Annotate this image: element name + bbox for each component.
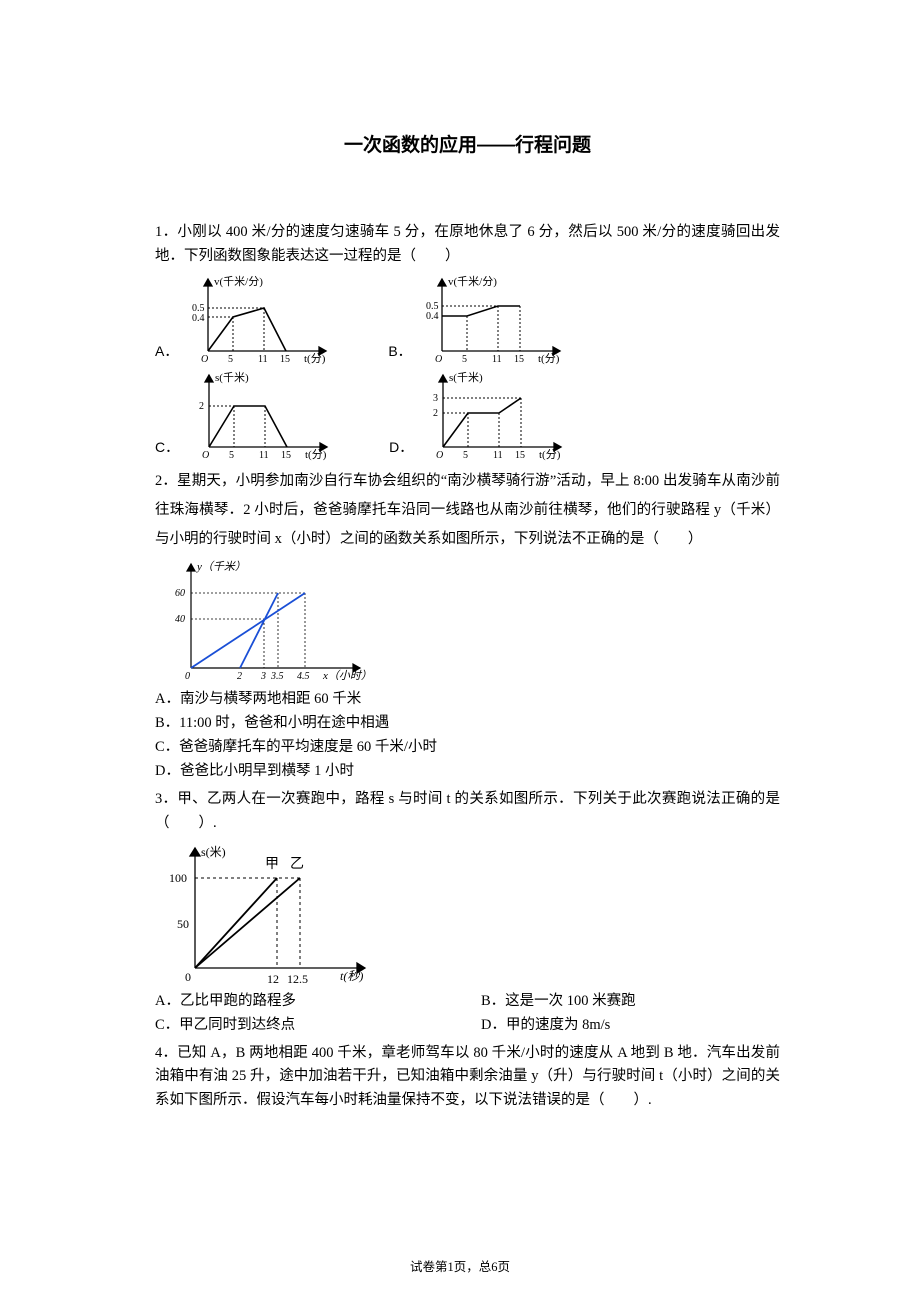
origin: O <box>202 450 209 461</box>
xtick: 4.5 <box>297 671 310 682</box>
q2-option-b: B．11:00 时，爸爸和小明在途中相遇 <box>155 712 780 736</box>
q1-chart-c: s(千米) 2 O 5 11 15 t(分) <box>187 369 337 461</box>
ytick: 3 <box>433 393 438 404</box>
xtick: 15 <box>280 354 290 365</box>
ylabel: s(米) <box>201 845 226 859</box>
q3-text: 3．甲、乙两人在一次赛跑中，路程 s 与时间 t 的关系如图所示．下列关于此次赛… <box>155 788 780 836</box>
legend-jia: 甲 <box>265 857 279 872</box>
xtick: 5 <box>462 354 467 365</box>
legend-yi: 乙 <box>290 856 304 872</box>
q2-chart: y（千米） 60 40 0 2 3 3.5 4.5 x（小时） <box>165 556 375 686</box>
xtick: 2 <box>237 671 242 682</box>
xtick: 3.5 <box>270 671 284 682</box>
origin: O <box>435 354 442 365</box>
xtick: 3 <box>260 671 266 682</box>
xtick: 5 <box>229 450 234 461</box>
q1-chart-a: v(千米/分) 0.5 0.4 O 5 11 15 t(分) <box>186 273 336 365</box>
xtick: 11 <box>259 450 269 461</box>
xtick: 15 <box>515 450 525 461</box>
ytick: 0.4 <box>426 311 439 322</box>
xlabel: t(秒) <box>340 969 363 983</box>
q2-text: 2．星期天，小明参加南沙自行车协会组织的“南沙横琴骑行游”活动，早上 8:00 … <box>155 467 780 554</box>
ytick: 50 <box>177 917 189 931</box>
ylabel: s(千米) <box>215 371 249 384</box>
q1-label-a: A． <box>155 340 180 365</box>
q2-option-a: A．南沙与横琴两地相距 60 千米 <box>155 688 780 712</box>
q1-label-c: C． <box>155 436 181 461</box>
ytick: 100 <box>169 871 187 885</box>
q1-label-d: D． <box>389 436 415 461</box>
ytick: 60 <box>175 588 185 599</box>
q3-option-c: C．甲乙同时到达终点 <box>155 1014 445 1038</box>
q1-chart-b: v(千米/分) 0.5 0.4 O 5 11 15 t(分) <box>420 273 570 365</box>
q4-text: 4．已知 A，B 两地相距 400 千米，章老师驾车以 80 千米/小时的速度从… <box>155 1042 780 1114</box>
xlabel: t(分) <box>304 352 326 365</box>
xtick: 11 <box>492 354 502 365</box>
q3-option-b: B．这是一次 100 米赛跑 <box>481 990 771 1014</box>
q1-label-b: B． <box>388 340 413 365</box>
xtick: 11 <box>493 450 503 461</box>
ylabel: s(千米) <box>449 371 483 384</box>
xtick: 5 <box>463 450 468 461</box>
xtick: 12.5 <box>287 972 308 986</box>
ylabel: v(千米/分) <box>448 275 497 288</box>
xlabel: x（小时） <box>322 669 372 682</box>
origin: O <box>436 450 443 461</box>
q2-option-d: D．爸爸比小明早到横琴 1 小时 <box>155 760 780 784</box>
q1-chart-d: s(千米) 3 2 O 5 11 15 t(分) <box>421 369 571 461</box>
xtick: 15 <box>514 354 524 365</box>
ytick: 0.4 <box>192 313 205 324</box>
page-footer: 试卷第1页，总6页 <box>0 1257 920 1278</box>
q2-option-c: C．爸爸骑摩托车的平均速度是 60 千米/小时 <box>155 736 780 760</box>
ytick: 0 <box>185 970 191 984</box>
ytick: 40 <box>175 614 185 625</box>
q3-chart: s(米) 100 50 0 12 12.5 t(秒) 甲 乙 <box>165 838 385 988</box>
xtick: 0 <box>185 671 190 682</box>
ylabel: v(千米/分) <box>214 275 263 288</box>
ylabel: y（千米） <box>196 560 246 573</box>
q3-option-a: A．乙比甲跑的路程多 <box>155 990 445 1014</box>
xtick: 11 <box>258 354 268 365</box>
xlabel: t(分) <box>305 448 327 461</box>
page-title: 一次函数的应用——行程问题 <box>155 130 780 161</box>
xtick: 12 <box>267 972 279 986</box>
ytick: 2 <box>199 401 204 412</box>
q1-text: 1．小刚以 400 米/分的速度匀速骑车 5 分，在原地休息了 6 分，然后以 … <box>155 221 780 269</box>
origin: O <box>201 354 208 365</box>
xlabel: t(分) <box>538 352 560 365</box>
xtick: 15 <box>281 450 291 461</box>
q3-option-d: D．甲的速度为 8m/s <box>481 1014 771 1038</box>
xlabel: t(分) <box>539 448 561 461</box>
xtick: 5 <box>228 354 233 365</box>
ytick: 2 <box>433 408 438 419</box>
